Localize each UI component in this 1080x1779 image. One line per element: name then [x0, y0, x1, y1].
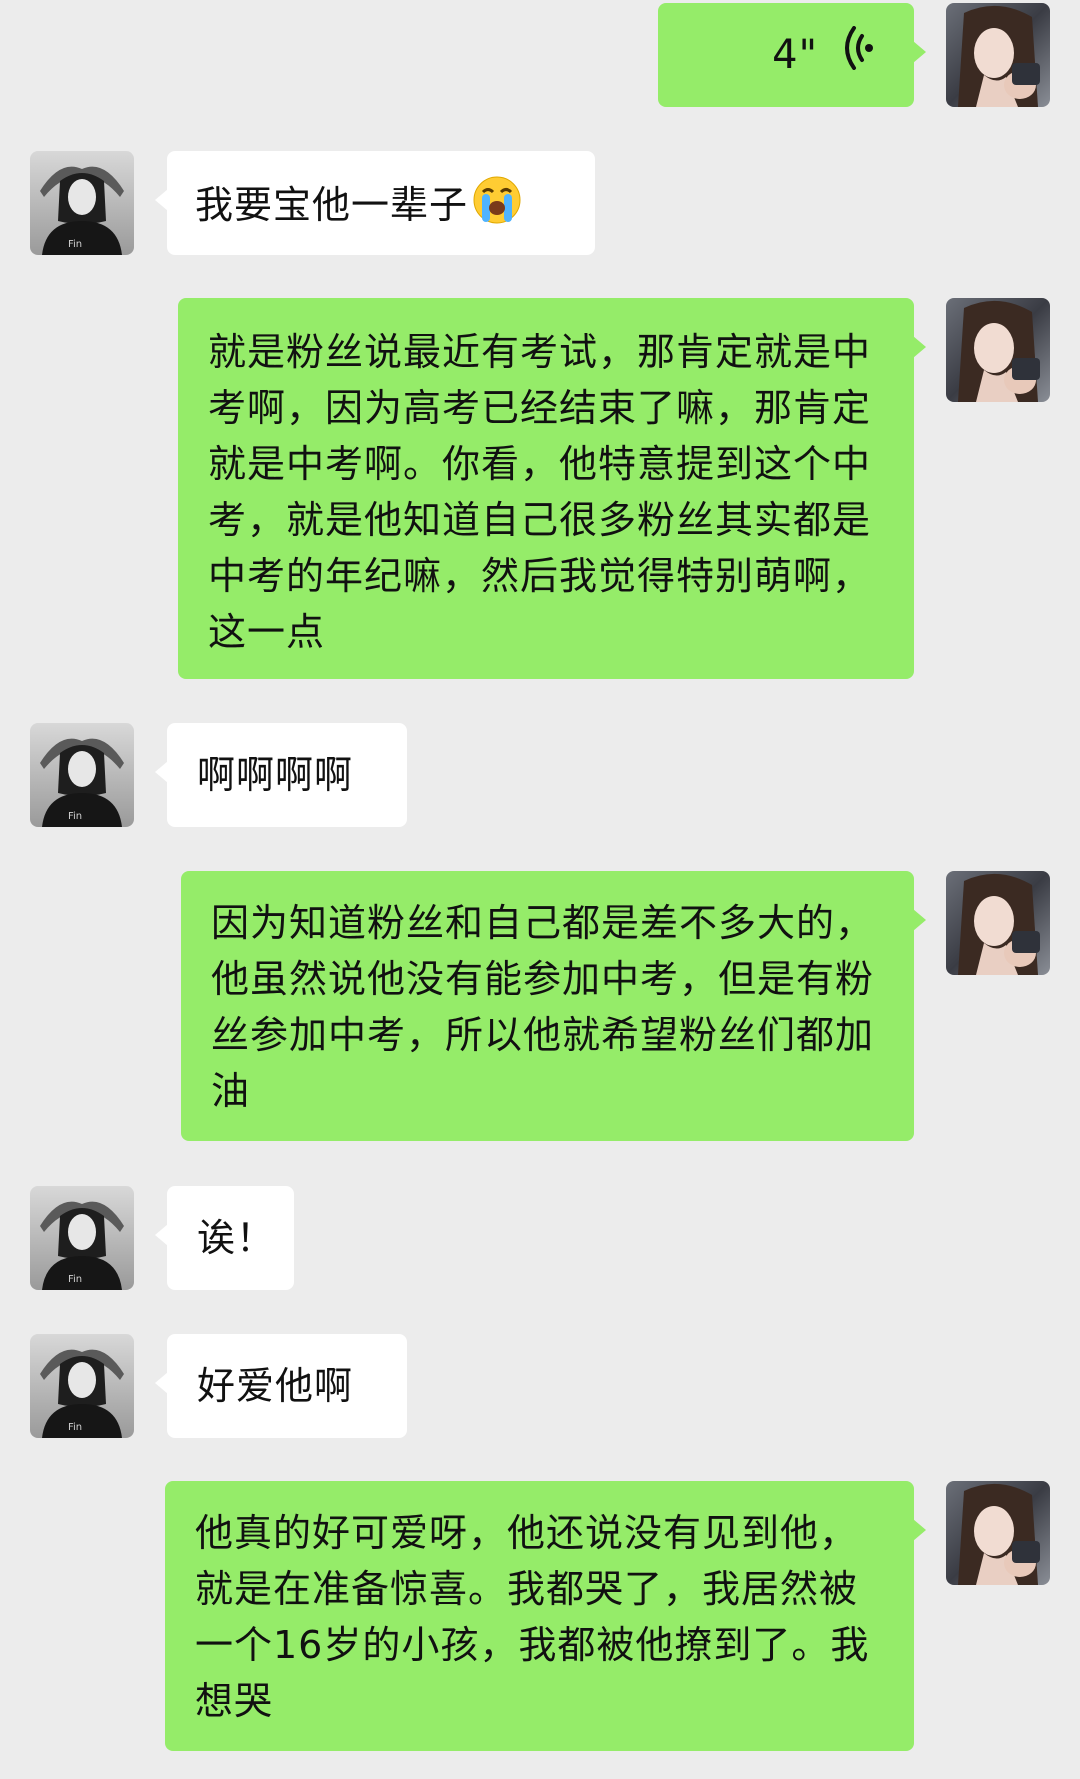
- sent-message-bubble[interactable]: 因为知道粉丝和自己都是差不多大的，他虽然说他没有能参加中考，但是有粉丝参加中考，…: [181, 871, 926, 1141]
- voice-wave-icon: [840, 25, 874, 85]
- received-message-bubble[interactable]: 诶！: [155, 1186, 294, 1290]
- message-text: 因为知道粉丝和自己都是差不多大的，他虽然说他没有能参加中考，但是有粉丝参加中考，…: [211, 901, 875, 1113]
- message-text: 啊啊啊啊: [197, 753, 354, 797]
- message-text: 就是粉丝说最近有考试，那肯定就是中考啊，因为高考已经结束了嘛，那肯定就是中考啊。…: [208, 330, 872, 654]
- contact-avatar[interactable]: [30, 151, 134, 255]
- contact-avatar[interactable]: [30, 1186, 134, 1290]
- contact-avatar[interactable]: [30, 723, 134, 827]
- received-message-bubble[interactable]: 我要宝他一辈子: [155, 151, 595, 255]
- self-avatar[interactable]: [946, 298, 1050, 402]
- voice-message-bubble[interactable]: 4": [658, 3, 926, 107]
- voice-message[interactable]: 4": [658, 3, 914, 107]
- chat-window: 4" 我要宝他一辈子 就是粉丝说最近有考试，那肯定就是中考啊，因为高考已经结束了…: [0, 0, 1080, 1779]
- message-text: 好爱他啊: [197, 1364, 354, 1408]
- message-text: 他真的好可爱呀，他还说没有见到他，就是在准备惊喜。我都哭了，我居然被一个16岁的…: [195, 1511, 870, 1723]
- contact-avatar[interactable]: [30, 1334, 134, 1438]
- sent-message-bubble[interactable]: 就是粉丝说最近有考试，那肯定就是中考啊，因为高考已经结束了嘛，那肯定就是中考啊。…: [178, 298, 926, 679]
- message-text: 我要宝他一辈子: [195, 183, 469, 227]
- loudly-crying-face-icon: [472, 175, 522, 240]
- voice-duration: 4": [772, 32, 818, 78]
- self-avatar[interactable]: [946, 1481, 1050, 1585]
- message-text: 诶！: [197, 1216, 276, 1260]
- received-message-bubble[interactable]: 啊啊啊啊: [155, 723, 407, 827]
- sent-message-bubble[interactable]: 他真的好可爱呀，他还说没有见到他，就是在准备惊喜。我都哭了，我居然被一个16岁的…: [165, 1481, 926, 1751]
- received-message-bubble[interactable]: 好爱他啊: [155, 1334, 407, 1438]
- self-avatar[interactable]: [946, 871, 1050, 975]
- self-avatar[interactable]: [946, 3, 1050, 107]
